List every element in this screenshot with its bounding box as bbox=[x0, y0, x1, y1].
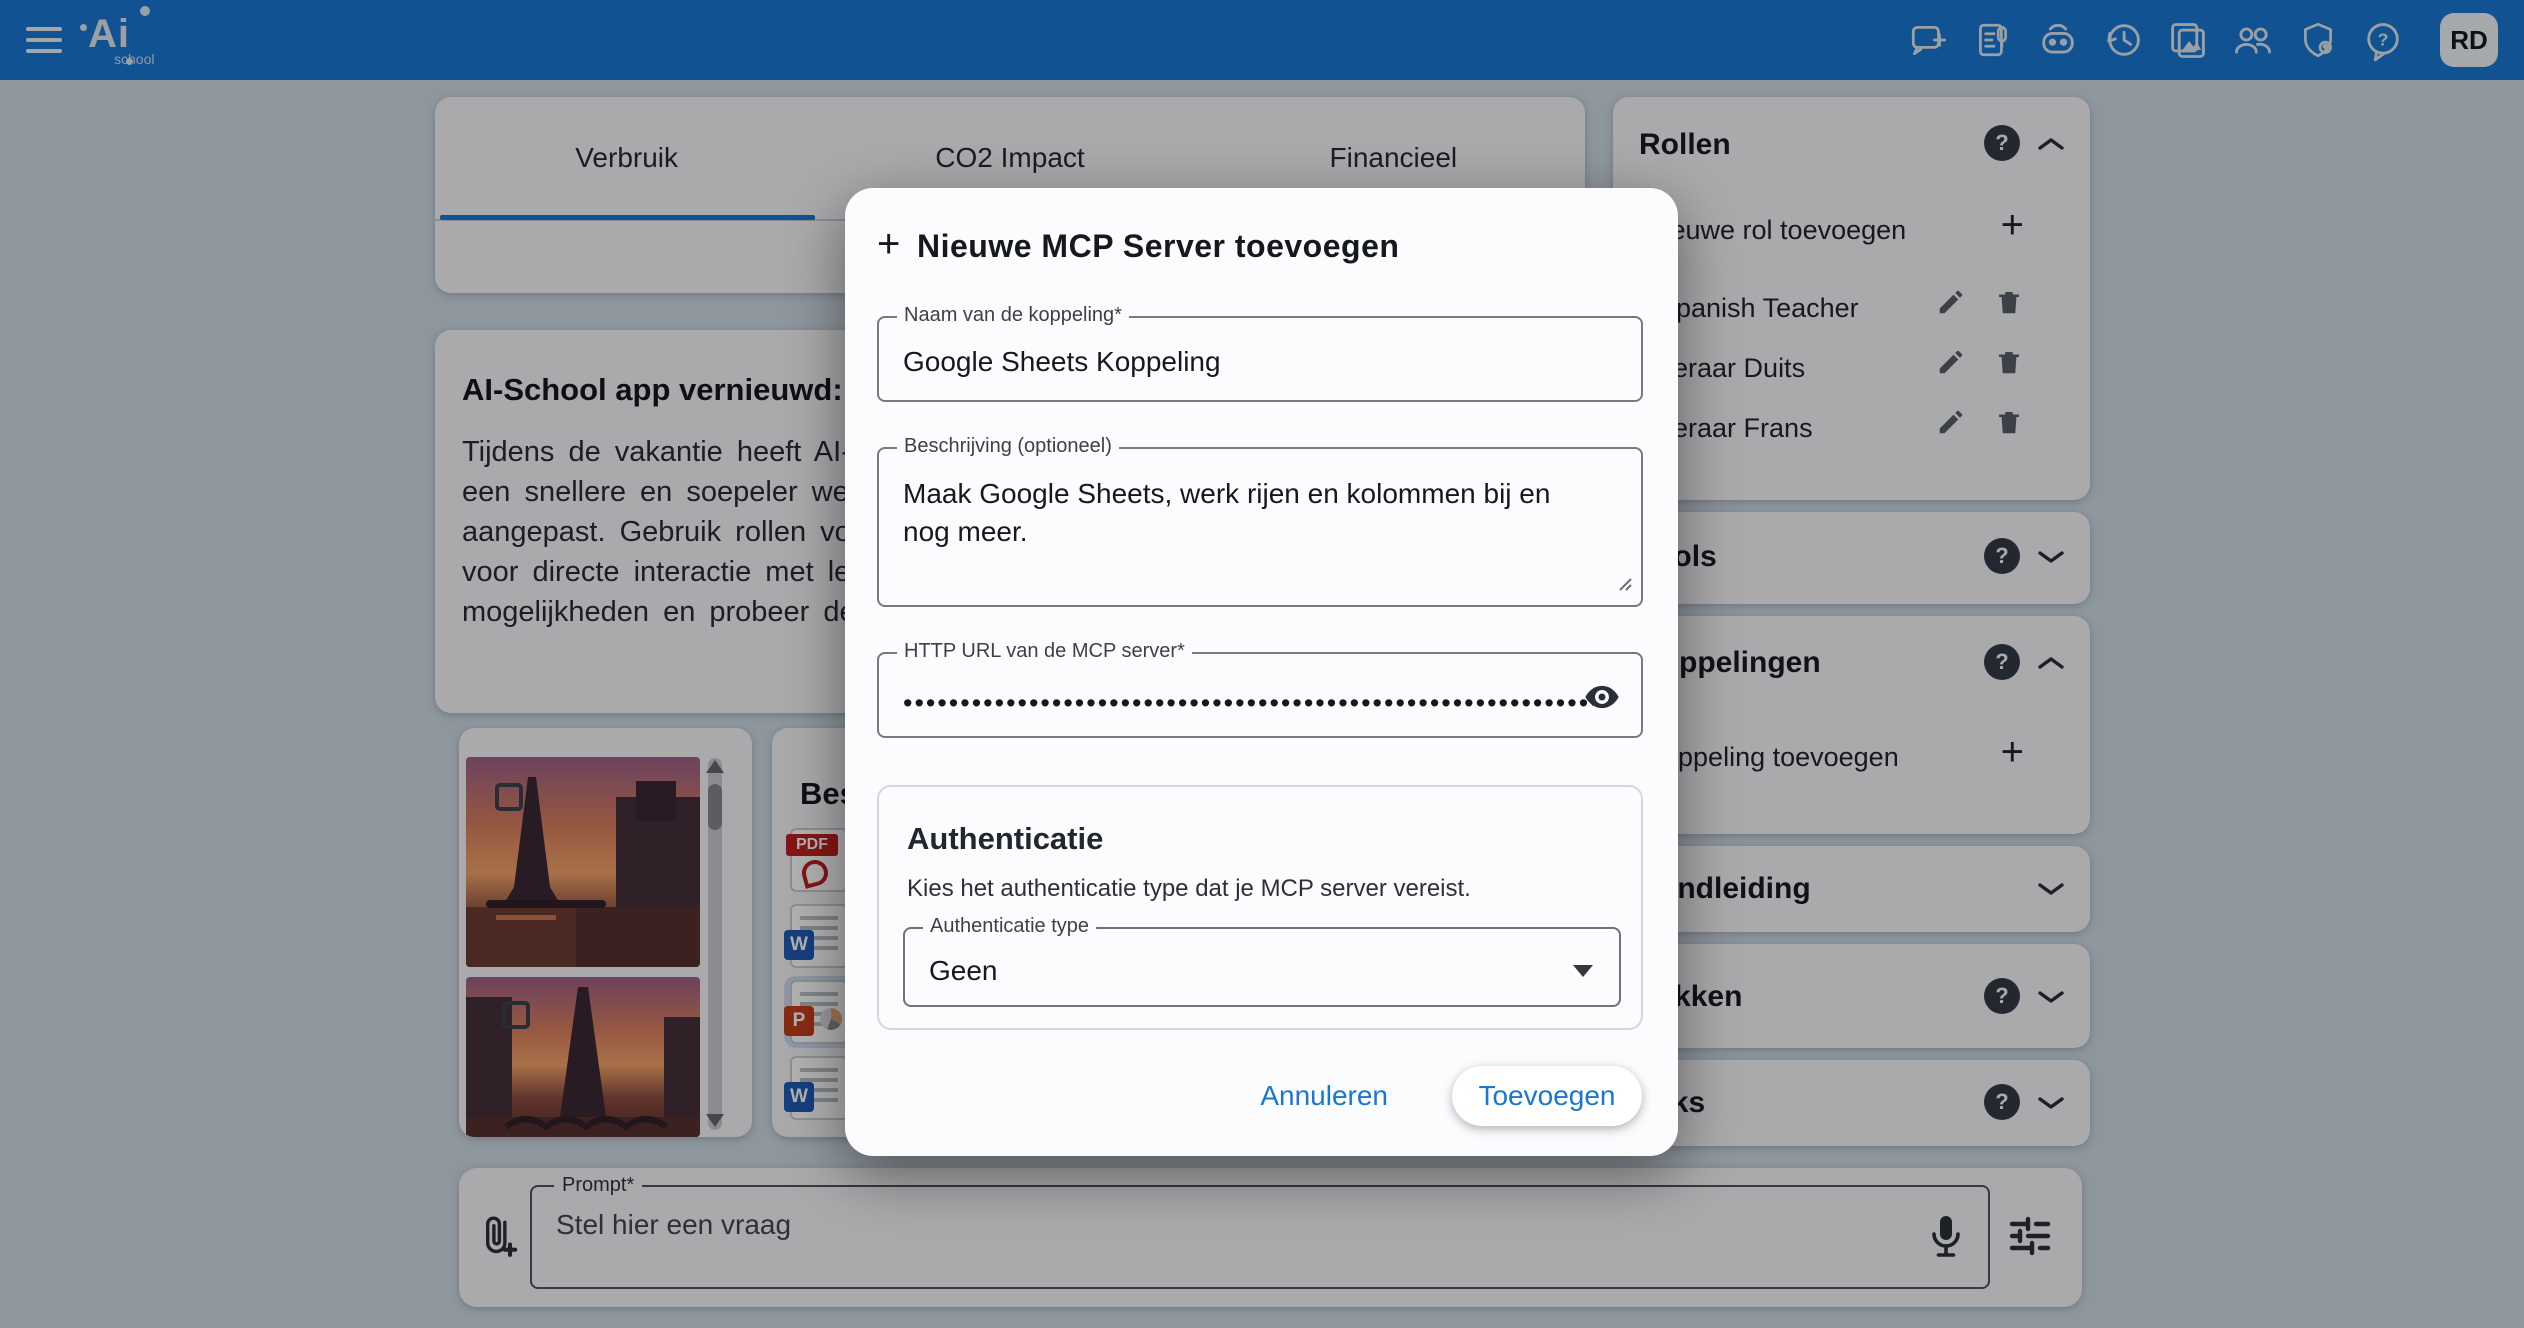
auth-type-value: Geen bbox=[929, 955, 998, 987]
dialog-title: Nieuwe MCP Server toevoegen bbox=[917, 228, 1399, 265]
name-field-label: Naam van de koppeling* bbox=[897, 304, 1129, 327]
description-field[interactable]: Beschrijving (optioneel) Maak Google She… bbox=[877, 447, 1643, 607]
cancel-button[interactable]: Annuleren bbox=[1260, 1080, 1388, 1112]
resize-handle-icon[interactable] bbox=[1617, 576, 1633, 597]
auth-type-select[interactable]: Authenticatie type Geen bbox=[903, 927, 1621, 1007]
authentication-title: Authenticatie bbox=[907, 821, 1103, 857]
description-field-value: Maak Google Sheets, werk rijen en kolomm… bbox=[903, 475, 1601, 551]
url-field-masked-value: ••••••••••••••••••••••••••••••••••••••••… bbox=[903, 688, 1593, 719]
url-field-label: HTTP URL van de MCP server* bbox=[897, 640, 1192, 663]
app-screen: Ai school bbox=[0, 0, 2524, 1328]
submit-button[interactable]: Toevoegen bbox=[1452, 1066, 1642, 1126]
authentication-section: Authenticatie Kies het authenticatie typ… bbox=[877, 785, 1643, 1030]
authentication-subtitle: Kies het authenticatie type dat je MCP s… bbox=[907, 875, 1471, 903]
url-field[interactable]: HTTP URL van de MCP server* ••••••••••••… bbox=[877, 652, 1643, 738]
name-field[interactable]: Naam van de koppeling* Google Sheets Kop… bbox=[877, 316, 1643, 402]
name-field-value: Google Sheets Koppeling bbox=[903, 346, 1221, 378]
add-icon: + bbox=[877, 222, 900, 267]
add-mcp-server-dialog: + Nieuwe MCP Server toevoegen Naam van d… bbox=[845, 188, 1678, 1156]
auth-type-label: Authenticatie type bbox=[923, 915, 1096, 938]
description-field-label: Beschrijving (optioneel) bbox=[897, 435, 1119, 458]
dropdown-arrow-icon bbox=[1573, 965, 1593, 977]
visibility-toggle-icon[interactable] bbox=[1583, 678, 1621, 721]
